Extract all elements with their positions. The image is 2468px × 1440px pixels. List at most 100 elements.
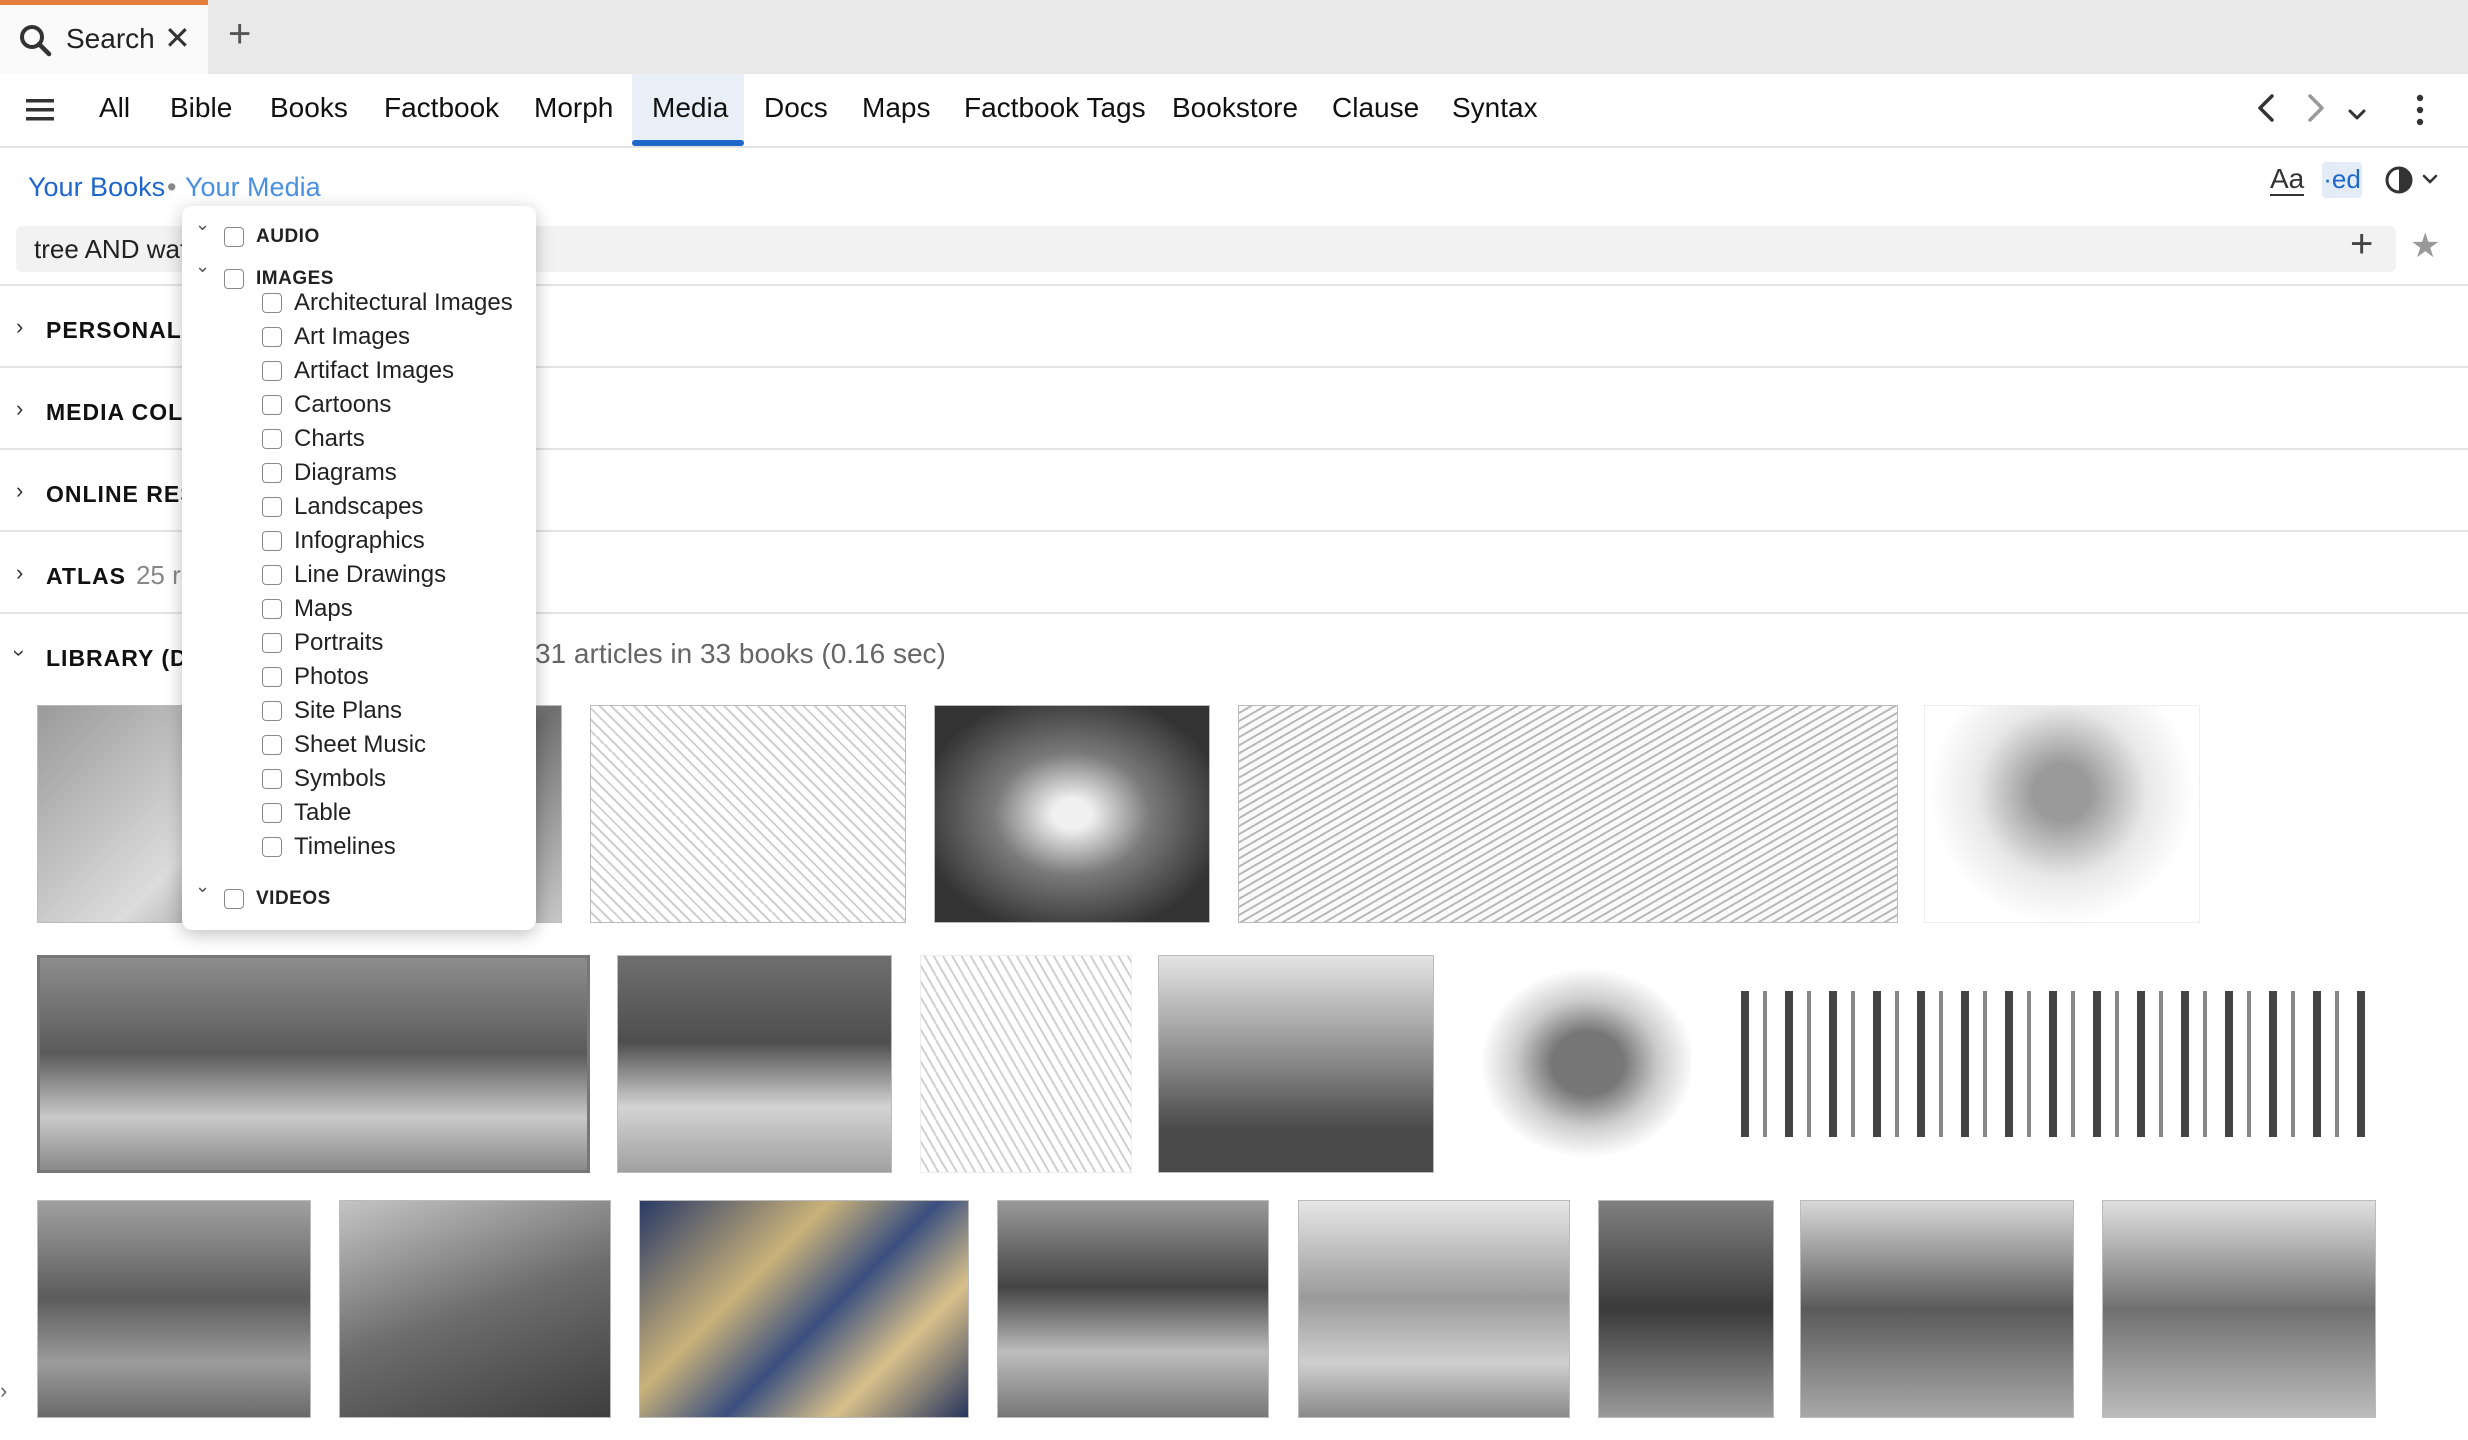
filter-item-charts[interactable]: Charts: [262, 424, 365, 454]
filter-item-symbols[interactable]: Symbols: [262, 764, 386, 794]
nav-tab-books[interactable]: Books: [270, 92, 348, 124]
media-thumbnail[interactable]: [1298, 1200, 1570, 1418]
nav-tab-factbook-tags[interactable]: Factbook Tags: [964, 92, 1146, 124]
nav-tab-morph[interactable]: Morph: [534, 92, 613, 124]
filter-checkbox[interactable]: [262, 361, 282, 381]
filter-checkbox[interactable]: [262, 497, 282, 517]
media-thumbnail[interactable]: [590, 705, 906, 923]
filter-item-site-plans[interactable]: Site Plans: [262, 696, 402, 726]
filter-checkbox[interactable]: [262, 803, 282, 823]
breadcrumb-your-books[interactable]: Your Books: [28, 172, 165, 203]
add-search-term-button[interactable]: +: [2350, 222, 2373, 267]
media-thumbnail[interactable]: [1722, 990, 2378, 1138]
nav-tab-bible[interactable]: Bible: [170, 92, 232, 124]
nav-tab-bookstore[interactable]: Bookstore: [1172, 92, 1298, 124]
tab-search[interactable]: Search ✕: [0, 0, 208, 74]
media-thumbnail[interactable]: [1924, 705, 2200, 923]
nav-tab-media[interactable]: Media: [652, 92, 728, 124]
chevron-right-icon[interactable]: ›: [16, 478, 23, 504]
chevron-down-icon[interactable]: [2346, 96, 2368, 135]
chevron-left-icon[interactable]: [2254, 90, 2278, 135]
filter-checkbox[interactable]: [262, 531, 282, 551]
filter-checkbox[interactable]: [262, 293, 282, 313]
chevron-right-icon[interactable]: ›: [16, 560, 23, 586]
section-media-collections[interactable]: MEDIA COLL: [46, 399, 198, 426]
section-personal[interactable]: PERSONAL I: [46, 317, 196, 344]
scroll-left-arrow[interactable]: ›: [0, 1378, 7, 1404]
chevron-down-icon[interactable]: ›: [7, 649, 33, 656]
filter-checkbox[interactable]: [262, 565, 282, 585]
chevron-down-icon[interactable]: ⌄: [195, 214, 210, 235]
media-thumbnail[interactable]: [920, 955, 1132, 1173]
media-thumbnail[interactable]: [1238, 705, 1898, 923]
breadcrumb-your-media[interactable]: Your Media: [185, 172, 321, 203]
nav-tab-docs[interactable]: Docs: [764, 92, 828, 124]
filter-checkbox[interactable]: [262, 429, 282, 449]
filter-item-infographics[interactable]: Infographics: [262, 526, 425, 556]
chevron-down-icon[interactable]: ⌄: [195, 876, 210, 897]
media-thumbnail[interactable]: [934, 705, 1210, 923]
chevron-right-icon[interactable]: ›: [16, 396, 23, 422]
new-tab-button[interactable]: +: [228, 12, 251, 57]
nav-tab-maps[interactable]: Maps: [862, 92, 930, 124]
nav-tab-clause[interactable]: Clause: [1332, 92, 1419, 124]
filter-checkbox[interactable]: [262, 599, 282, 619]
star-icon[interactable]: ★: [2410, 226, 2440, 266]
nav-tab-all[interactable]: All: [99, 92, 130, 124]
chevron-down-icon[interactable]: ⌄: [195, 256, 210, 277]
edition-button[interactable]: ·ed: [2322, 162, 2362, 198]
filter-checkbox[interactable]: [262, 395, 282, 415]
filter-item-line-drawings[interactable]: Line Drawings: [262, 560, 446, 590]
filter-checkbox[interactable]: [262, 633, 282, 653]
filter-checkbox[interactable]: [262, 735, 282, 755]
filter-item-art-images[interactable]: Art Images: [262, 322, 410, 352]
filter-category-label: VIDEOS: [256, 888, 331, 909]
media-thumbnail[interactable]: [1598, 1200, 1774, 1418]
chevron-right-icon[interactable]: ›: [16, 314, 23, 340]
filter-item-sheet-music[interactable]: Sheet Music: [262, 730, 426, 760]
filter-checkbox[interactable]: [262, 837, 282, 857]
filter-item-maps[interactable]: Maps: [262, 594, 353, 624]
media-thumbnail[interactable]: [2102, 1200, 2376, 1418]
filter-category-audio[interactable]: AUDIO: [224, 222, 320, 252]
filter-checkbox[interactable]: [262, 769, 282, 789]
filter-item-cartoons[interactable]: Cartoons: [262, 390, 391, 420]
media-thumbnail[interactable]: [37, 955, 590, 1173]
filter-item-architectural-images[interactable]: Architectural Images: [262, 288, 513, 318]
filter-item-photos[interactable]: Photos: [262, 662, 369, 692]
theme-icon[interactable]: [2384, 164, 2444, 203]
images-checkbox[interactable]: [224, 269, 244, 289]
nav-tab-syntax[interactable]: Syntax: [1452, 92, 1538, 124]
filter-item-diagrams[interactable]: Diagrams: [262, 458, 397, 488]
filter-item-timelines[interactable]: Timelines: [262, 832, 396, 862]
media-thumbnail[interactable]: [639, 1200, 969, 1418]
filter-checkbox[interactable]: [262, 667, 282, 687]
font-size-button[interactable]: Aa: [2270, 164, 2305, 196]
filter-item-artifact-images[interactable]: Artifact Images: [262, 356, 454, 386]
chevron-right-icon[interactable]: [2304, 90, 2328, 135]
filter-checkbox[interactable]: [262, 327, 282, 347]
media-thumbnail[interactable]: [1800, 1200, 2074, 1418]
section-online-resources[interactable]: ONLINE RES: [46, 481, 197, 508]
videos-checkbox[interactable]: [224, 889, 244, 909]
filter-item-table[interactable]: Table: [262, 798, 351, 828]
hamburger-icon[interactable]: [24, 94, 56, 131]
media-thumbnail[interactable]: [1460, 950, 1692, 1176]
close-icon[interactable]: ✕: [164, 19, 191, 57]
audio-checkbox[interactable]: [224, 227, 244, 247]
kebab-menu-icon[interactable]: [2412, 92, 2428, 137]
filter-category-videos[interactable]: VIDEOS: [224, 884, 331, 914]
media-thumbnail[interactable]: [339, 1200, 611, 1418]
filter-item-label: Cartoons: [294, 391, 392, 418]
filter-item-landscapes[interactable]: Landscapes: [262, 492, 423, 522]
media-thumbnail[interactable]: [1158, 955, 1434, 1173]
filter-item-portraits[interactable]: Portraits: [262, 628, 383, 658]
media-thumbnail[interactable]: [37, 1200, 311, 1418]
filter-checkbox[interactable]: [262, 463, 282, 483]
media-thumbnail[interactable]: [997, 1200, 1269, 1418]
media-thumbnail[interactable]: [617, 955, 892, 1173]
section-atlas[interactable]: ATLAS 25 re: [46, 560, 195, 591]
search-icon: [18, 23, 52, 62]
nav-tab-factbook[interactable]: Factbook: [384, 92, 499, 124]
filter-checkbox[interactable]: [262, 701, 282, 721]
